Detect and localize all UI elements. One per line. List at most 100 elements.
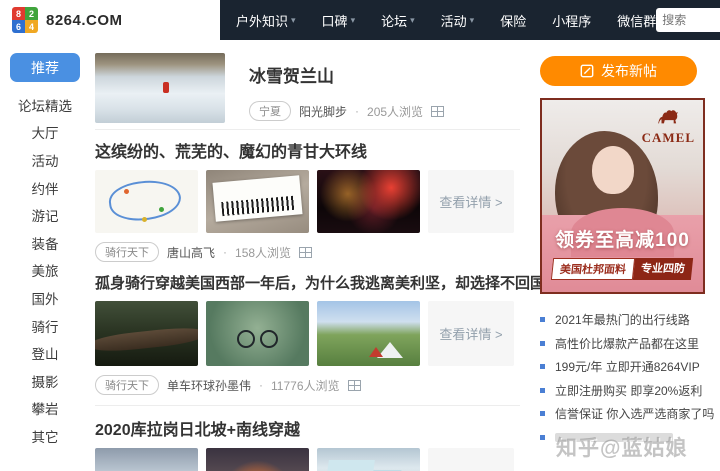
post-tag[interactable]: 宁夏 [249,101,291,121]
post-thumbnail[interactable] [206,301,309,366]
sidebar-item-travel[interactable]: 美旅 [0,257,90,285]
post-meta: 骑行天下 单车环球孙墨伟 · 11776人浏览 [95,375,520,395]
ad-promo-text: 领券至高减100 [555,230,690,251]
post-thumbnail[interactable] [206,170,309,233]
sidebar-item-companions[interactable]: 约伴 [0,174,90,202]
search-input[interactable] [662,13,720,27]
promo-link-label: 199元/年 立即开通8264VIP [555,360,700,375]
post-tag[interactable]: 骑行天下 [95,375,159,395]
post-thumbnail[interactable] [95,53,225,123]
new-post-button[interactable]: 发布新帖 [540,56,697,86]
view-details-button[interactable]: 查看详情 > [428,448,514,471]
logo-tile: 2 [25,7,38,20]
logo-text: 8264.COM [46,11,123,29]
right-sidebar: 发布新帖 CAMEL 领券至高减100 美国杜邦面料 专业四防 2021年最热门… [540,56,714,449]
sidebar-item-travel-notes[interactable]: 游记 [0,201,90,229]
sidebar-item-activities[interactable]: 活动 [0,146,90,174]
post-thumbnail[interactable] [317,170,420,233]
menu-item-forum[interactable]: 论坛 ▾ [381,11,415,30]
menu-item-wechat-group[interactable]: 微信群 [617,11,656,30]
post-thumbnail[interactable] [317,448,420,471]
menu-item-mini-program[interactable]: 小程序 [552,11,591,30]
forum-source-icon [299,246,313,258]
meta-separator: · [259,378,264,392]
ad-tag-fabric: 美国杜邦面料 [550,258,636,280]
ad-model-face [591,146,634,195]
post-thumbnail[interactable] [95,448,198,471]
camel-ad-banner[interactable]: CAMEL 领券至高减100 美国杜邦面料 专业四防 [540,98,705,294]
promo-link[interactable]: 199元/年 立即开通8264VIP [540,355,705,379]
sidebar-item-overseas[interactable]: 国外 [0,284,90,312]
menu-label: 论坛 [381,13,408,29]
sidebar-item-recommend[interactable]: 推荐 [10,53,80,82]
post-thumbnail[interactable] [95,170,198,233]
sidebar-item-gear[interactable]: 装备 [0,229,90,257]
sidebar-item-mountaineering[interactable]: 登山 [0,339,90,367]
main-menu: 户外知识 ▾ 口碑 ▾ 论坛 ▾ 活动 ▾ 保险 小程序 微信群 [236,11,656,30]
menu-label: 口碑 [321,13,348,29]
post-meta: 宁夏 阳光脚步 · 205人浏览 [249,101,445,121]
chevron-down-icon: ▾ [350,14,356,25]
view-details-button[interactable]: 查看详情 > [428,170,514,233]
post-tag[interactable]: 骑行天下 [95,242,159,262]
sidebar-item-cycling[interactable]: 骑行 [0,312,90,340]
sidebar-item-climbing[interactable]: 攀岩 [0,395,90,423]
promo-link-label: 立即注册购买 即享20%返利 [555,383,703,398]
post-title[interactable]: 这缤纷的、荒芜的、魔幻的青甘大环线 [95,138,520,162]
promo-link-label: 高性价比爆款产品都在这里 [555,336,700,351]
post-item: 2020库拉岗日北坡+南线穿越 查看详情 > 游记攻略 清风1236 · 205… [95,416,520,471]
post-title[interactable]: 2020库拉岗日北坡+南线穿越 [95,416,520,440]
view-details-button[interactable]: 查看详情 > [428,301,514,366]
menu-item-activities[interactable]: 活动 ▾ [441,11,475,30]
post-item: 这缤纷的、荒芜的、魔幻的青甘大环线 查看详情 > 骑行天下 唐山高飞 · 158… [95,138,520,262]
menu-label: 保险 [500,13,527,29]
post-views: 158人浏览 [235,245,292,260]
bullet-icon [540,317,545,323]
page-root: 8 2 6 4 8264.COM 户外知识 ▾ 口碑 ▾ 论坛 ▾ 活动 ▾ 保险 小程… [0,0,720,471]
post-title[interactable]: 孤身骑行穿越美国西部一年后，为什么我逃离美利坚，却选择不回国? [95,272,554,293]
post-views: 11776人浏览 [271,378,340,393]
promo-link-label: 信誉保证 你入选严选商家了吗 [555,407,715,422]
menu-item-outdoor-knowledge[interactable]: 户外知识 ▾ [236,11,296,30]
menu-item-insurance[interactable]: 保险 [500,11,526,30]
sidebar-item-photography[interactable]: 摄影 [0,367,90,395]
sidebar-item-forum-picks[interactable]: 论坛精选 [0,91,90,119]
sidebar-item-other[interactable]: 其它 [0,422,90,450]
bullet-icon [540,387,545,393]
site-logo[interactable]: 8 2 6 4 8264.COM [0,0,220,40]
menu-item-reputation[interactable]: 口碑 ▾ [322,11,356,30]
ad-feature-tags: 美国杜邦面料 专业四防 [550,258,694,280]
logo-tile: 8 [12,7,25,20]
logo-tile: 6 [12,20,25,33]
post-views: 205人浏览 [367,104,424,119]
forum-source-icon [347,379,361,391]
promo-link[interactable]: 立即注册购买 即享20%返利 [540,379,705,403]
sidebar-item-hall[interactable]: 大厅 [0,119,90,147]
post-thumbnail[interactable] [206,448,309,471]
camel-icon [658,110,679,124]
watermark-text: 知乎@蓝姑娘 [556,437,688,460]
bullet-icon [540,411,545,417]
chevron-down-icon: ▾ [410,14,415,25]
post-thumbnail[interactable] [95,301,198,366]
post-meta: 骑行天下 唐山高飞 · 158人浏览 [95,242,520,262]
promo-link-list: 2021年最热门的出行线路 高性价比爆款产品都在这里 199元/年 立即开通82… [540,308,714,449]
camel-logo: CAMEL [642,107,695,146]
chevron-down-icon: ▾ [291,14,296,25]
meta-separator: · [223,245,228,259]
post-author[interactable]: 单车环球孙墨伟 [167,377,251,394]
promo-link[interactable]: 2021年最热门的出行线路 [540,308,705,332]
promo-link[interactable]: 信誉保证 你入选严选商家了吗 [540,402,714,426]
logo-icon: 8 2 6 4 [12,7,38,33]
bullet-icon [540,364,545,370]
post-item: 孤身骑行穿越美国西部一年后，为什么我逃离美利坚，却选择不回国? 查看详情 > 骑… [95,272,554,406]
post-thumbnail[interactable] [317,301,420,366]
post-title[interactable]: 冰雪贺兰山 [249,62,444,87]
new-post-label: 发布新帖 [601,63,657,79]
post-item: 冰雪贺兰山 宁夏 阳光脚步 · 205人浏览 [95,53,520,130]
post-author[interactable]: 阳光脚步 [299,103,347,120]
forum-source-icon [431,105,445,117]
promo-link[interactable]: 高性价比爆款产品都在这里 [540,332,705,356]
left-sidebar: 推荐 论坛精选 大厅 活动 约伴 游记 装备 美旅 国外 骑行 登山 摄影 攀岩… [0,53,90,450]
post-author[interactable]: 唐山高飞 [167,244,215,261]
